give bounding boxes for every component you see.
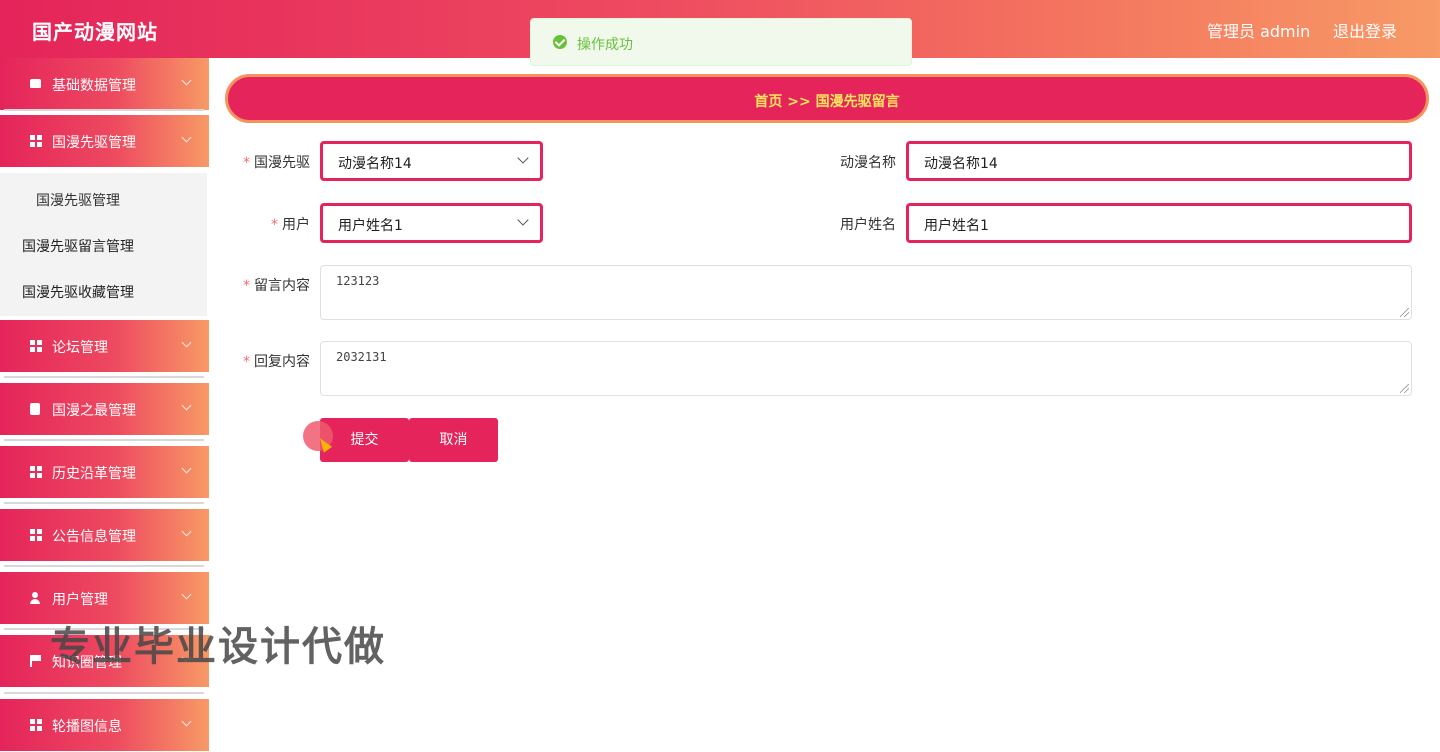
sidebar-divider (4, 565, 204, 567)
clipboard-icon (30, 403, 40, 415)
submenu-item-pioneer-manage[interactable]: 国漫先驱管理 (36, 190, 120, 210)
user-name-label: 用户姓名 (840, 217, 896, 233)
sidebar-item-label: 历史沿革管理 (52, 466, 136, 482)
flag-icon (30, 655, 41, 667)
chevron-down-icon (181, 463, 192, 474)
sidebar-divider (4, 502, 204, 504)
site-title: 国产动漫网站 (32, 20, 158, 44)
user-select-value: 用户姓名1 (338, 218, 403, 234)
sidebar-item-history[interactable]: 历史沿革管理 (0, 446, 209, 498)
grid-icon (30, 529, 42, 541)
pioneer-select-value: 动漫名称14 (338, 156, 412, 172)
sidebar-item-label: 国漫先驱管理 (52, 135, 136, 151)
admin-user-label: 管理员 admin (1207, 22, 1311, 41)
reply-textarea[interactable]: 2032131 (320, 341, 1412, 396)
resize-handle-icon[interactable] (1400, 384, 1409, 393)
sidebar-divider (4, 439, 204, 441)
submenu-item-pioneer-message[interactable]: 国漫先驱留言管理 (22, 236, 134, 256)
sidebar-item-label: 国漫之最管理 (52, 403, 136, 419)
user-select[interactable]: 用户姓名1 (320, 203, 543, 243)
user-name-value: 用户姓名1 (924, 218, 989, 234)
reply-value: 2032131 (336, 350, 387, 364)
watermark-text: 专业毕业设计代做 (50, 624, 386, 670)
user-name-field[interactable]: 用户姓名1 (906, 203, 1412, 243)
anime-name-field[interactable]: 动漫名称14 (906, 141, 1412, 181)
sidebar-item-pioneer[interactable]: 国漫先驱管理 (0, 115, 209, 167)
person-icon (30, 592, 40, 604)
grid-icon (30, 135, 42, 147)
grid-icon (30, 466, 42, 478)
sidebar-item-label: 轮播图信息 (52, 719, 122, 735)
chevron-down-icon (517, 214, 529, 226)
submit-button[interactable]: 提交 (320, 418, 409, 462)
toast-message: 操作成功 (577, 37, 633, 53)
message-label: * 留言内容 (243, 278, 310, 294)
breadcrumb: 首页 >> 国漫先驱留言 (225, 74, 1429, 123)
chevron-down-icon (181, 75, 192, 86)
anime-name-value: 动漫名称14 (924, 156, 998, 172)
user-label: * 用户 (271, 217, 310, 233)
thumb-icon (30, 79, 41, 88)
sidebar-item-notice[interactable]: 公告信息管理 (0, 509, 209, 561)
sidebar-item-label: 用户管理 (52, 592, 108, 608)
pioneer-label: * 国漫先驱 (243, 155, 310, 171)
pioneer-submenu: 国漫先驱管理 国漫先驱留言管理 国漫先驱收藏管理 (0, 173, 207, 316)
chevron-down-icon (181, 589, 192, 600)
cancel-button[interactable]: 取消 (409, 418, 498, 462)
sidebar-item-basic-data[interactable]: 基础数据管理 (0, 58, 209, 110)
chevron-down-icon (181, 716, 192, 727)
message-textarea[interactable]: 123123 (320, 265, 1412, 320)
reply-label: * 回复内容 (243, 354, 310, 370)
chevron-down-icon (181, 400, 192, 411)
sidebar-item-best[interactable]: 国漫之最管理 (0, 383, 209, 435)
resize-handle-icon[interactable] (1400, 308, 1409, 317)
message-value: 123123 (336, 274, 380, 288)
chevron-down-icon (517, 152, 529, 164)
grid-icon (30, 340, 42, 352)
sidebar-item-label: 公告信息管理 (52, 529, 136, 545)
breadcrumb-text: 首页 >> 国漫先驱留言 (754, 94, 900, 110)
anime-name-label: 动漫名称 (840, 155, 896, 171)
sidebar-item-forum[interactable]: 论坛管理 (0, 320, 209, 372)
sidebar-item-label: 论坛管理 (52, 340, 108, 356)
sidebar-divider (4, 109, 204, 111)
submenu-item-pioneer-favorite[interactable]: 国漫先驱收藏管理 (22, 282, 134, 302)
pioneer-select[interactable]: 动漫名称14 (320, 141, 543, 181)
logout-link[interactable]: 退出登录 (1333, 18, 1397, 42)
chevron-down-icon (181, 132, 192, 143)
success-toast: 操作成功 (530, 18, 912, 66)
chevron-down-icon (181, 337, 192, 348)
sidebar-divider (4, 376, 204, 378)
sidebar-divider (4, 692, 204, 694)
sidebar-item-label: 基础数据管理 (52, 78, 136, 94)
chevron-down-icon (181, 526, 192, 537)
sidebar-item-carousel[interactable]: 轮播图信息 (0, 699, 209, 751)
grid-icon (30, 719, 42, 731)
success-check-icon (553, 35, 567, 49)
